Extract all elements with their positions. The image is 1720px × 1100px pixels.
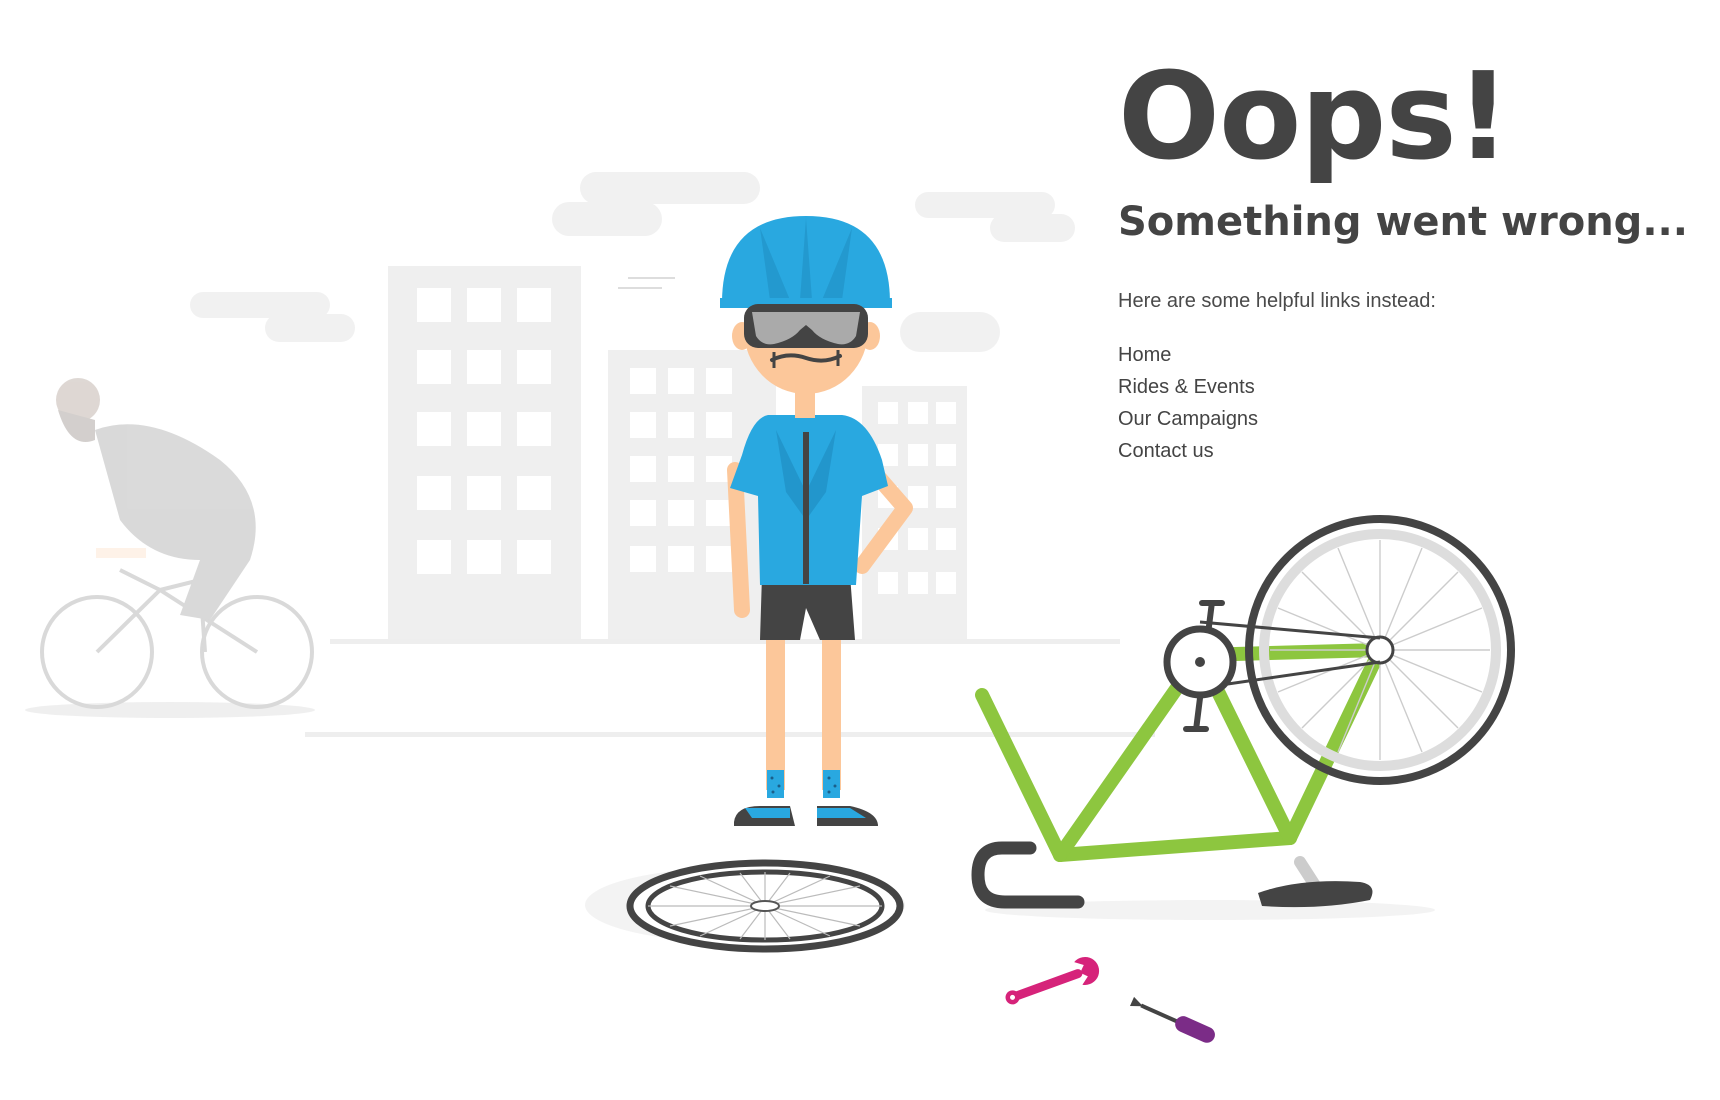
- error-page: Oops! Something went wrong... Here are s…: [0, 0, 1720, 1100]
- error-panel: Oops! Something went wrong... Here are s…: [1118, 58, 1698, 467]
- helpful-links-intro: Here are some helpful links instead:: [1118, 290, 1436, 312]
- link-our-campaigns[interactable]: Our Campaigns: [1118, 408, 1258, 430]
- background-cyclist: [25, 378, 315, 718]
- helpful-links-list: Home Rides & Events Our Campaigns Contac…: [1118, 339, 1698, 467]
- wheel-icon: [585, 859, 905, 953]
- error-heading: Oops!: [1118, 48, 1511, 187]
- list-item: Rides & Events: [1118, 371, 1698, 403]
- link-rides-events[interactable]: Rides & Events: [1118, 376, 1255, 398]
- list-item: Our Campaigns: [1118, 403, 1698, 435]
- error-subheading: Something went wrong...: [1118, 199, 1688, 245]
- screwdriver-icon: [1129, 996, 1215, 1043]
- link-contact-us[interactable]: Contact us: [1118, 440, 1214, 462]
- wrench-icon: [1005, 956, 1100, 1005]
- link-home[interactable]: Home: [1118, 344, 1171, 366]
- bike-frame: [971, 515, 1515, 920]
- clouds: [190, 172, 1075, 352]
- motion-lines: [618, 277, 675, 289]
- list-item: Contact us: [1118, 435, 1698, 467]
- list-item: Home: [1118, 339, 1698, 371]
